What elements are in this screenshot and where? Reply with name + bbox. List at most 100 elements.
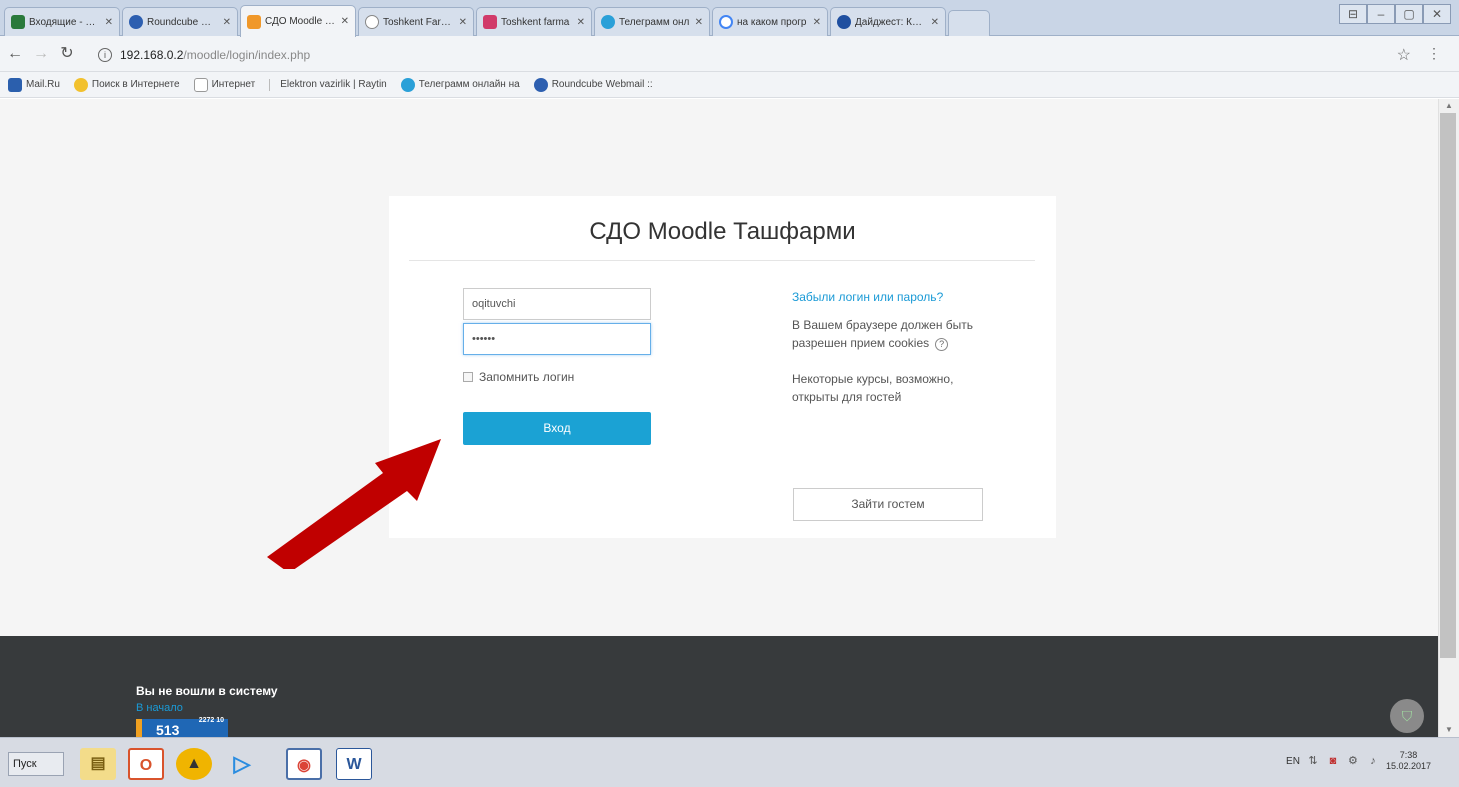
url-host: 192.168.0.2 xyxy=(120,48,184,62)
roundcube-icon xyxy=(533,77,548,92)
reload-icon[interactable]: ↻ xyxy=(56,43,78,65)
bookmark-label: Телеграмм онлайн на xyxy=(418,79,520,90)
telegram-icon xyxy=(601,15,615,29)
avast-icon[interactable]: ▲ xyxy=(176,748,212,780)
browser-menu-icon[interactable]: ⋮ xyxy=(1427,45,1441,62)
username-input[interactable]: oqituvchi xyxy=(463,288,651,320)
office-icon[interactable]: O xyxy=(128,748,164,780)
remember-checkbox[interactable] xyxy=(463,372,473,382)
scroll-up-icon[interactable]: ▲ xyxy=(1439,99,1459,113)
settings-icon[interactable]: ⚙ xyxy=(1346,754,1360,768)
page-icon xyxy=(365,15,379,29)
antivirus-icon[interactable]: ◙ xyxy=(1326,754,1340,768)
shield-icon[interactable]: ⛉ xyxy=(1390,699,1424,733)
tab-title: Дайджест: Крас xyxy=(855,16,927,28)
scroll-down-icon[interactable]: ▼ xyxy=(1439,723,1459,737)
bookmark-internet[interactable]: Интернет xyxy=(193,77,256,92)
tab-title: Toshkent Farma xyxy=(383,16,455,28)
bookmark-telegram[interactable]: Телеграмм онлайн на xyxy=(400,77,520,92)
media-player-icon[interactable]: ▷ xyxy=(224,748,260,780)
tab-digest[interactable]: Дайджест: Крас ✕ xyxy=(830,7,946,36)
maximize-icon[interactable]: ▢ xyxy=(1395,4,1423,24)
mail-icon xyxy=(11,15,25,29)
bookmark-elektron-vazirlik[interactable]: Elektron vazirlik | Raytin xyxy=(280,79,387,90)
tab-title: Входящие - Поч xyxy=(29,16,101,28)
close-icon[interactable]: ✕ xyxy=(813,17,821,28)
login-button[interactable]: Вход xyxy=(463,412,651,445)
window-controls: ⊟ – ▢ ✕ xyxy=(1339,4,1451,24)
login-help: Забыли логин или пароль? В Вашем браузер… xyxy=(792,288,1002,406)
bookmark-roundcube[interactable]: Roundcube Webmail :: xyxy=(533,77,653,92)
close-icon[interactable]: ✕ xyxy=(931,17,939,28)
roundcube-icon xyxy=(129,15,143,29)
language-indicator[interactable]: EN xyxy=(1286,756,1300,767)
mailru-icon xyxy=(8,77,22,92)
remember-label: Запомнить логин xyxy=(479,370,575,384)
counter-small: 2272 10 xyxy=(198,717,224,724)
address-bar[interactable]: i 192.168.0.2/moodle/login/index.php xyxy=(98,44,1398,66)
close-icon[interactable]: ✕ xyxy=(341,16,349,27)
volume-icon[interactable]: ♪ xyxy=(1366,754,1380,768)
close-window-icon[interactable]: ✕ xyxy=(1423,4,1451,24)
start-button[interactable]: Пуск xyxy=(8,752,64,776)
bookmark-star-icon[interactable]: ☆ xyxy=(1397,45,1411,65)
browser-tab-strip: Входящие - Поч ✕ Roundcube Web ✕ СДО Moo… xyxy=(0,0,1459,37)
clock-time: 7:38 xyxy=(1399,750,1418,760)
arrow-shape xyxy=(267,439,441,569)
close-icon[interactable]: ✕ xyxy=(577,17,585,28)
close-icon[interactable]: ✕ xyxy=(105,17,113,28)
home-link[interactable]: В начало xyxy=(136,702,183,714)
divider xyxy=(409,260,1035,261)
info-icon[interactable]: i xyxy=(98,48,112,62)
guest-login-button[interactable]: Зайти гостем xyxy=(793,488,983,521)
bookmark-separator xyxy=(269,78,271,91)
bookmark-label: Интернет xyxy=(211,79,256,90)
tab-title: Toshkent farma xyxy=(501,16,570,28)
forgot-password-link[interactable]: Забыли логин или пароль? xyxy=(792,288,1002,306)
clock-date: 15.02.2017 xyxy=(1385,761,1431,771)
start-label: Пуск xyxy=(13,758,37,770)
bookmark-label: Roundcube Webmail :: xyxy=(551,79,653,90)
chrome-icon[interactable]: ◉ xyxy=(286,748,322,780)
word-icon[interactable]: W xyxy=(336,748,372,780)
back-icon[interactable]: ← xyxy=(4,43,26,65)
red-arrow-annotation xyxy=(267,439,441,569)
tab-roundcube[interactable]: Roundcube Web ✕ xyxy=(122,7,238,36)
tab-moodle[interactable]: СДО Moodle Таш ✕ xyxy=(240,5,356,37)
tab-title: на каком прогр xyxy=(737,16,807,28)
tab-title: Телеграмм онл xyxy=(619,16,690,28)
page-footer: Вы не вошли в систему В начало 513 2272 … xyxy=(0,636,1438,737)
tab-toshkent-farma-2[interactable]: Toshkent farma ✕ xyxy=(476,7,592,36)
bookmark-label: Elektron vazirlik | Raytin xyxy=(280,79,387,90)
new-tab-button[interactable] xyxy=(948,10,990,36)
system-tray: EN ⇅ ◙ ⚙ ♪ 7:38 15.02.2017 xyxy=(1286,750,1431,772)
windows-taskbar: Пуск ▤ O ▲ ▷ ◉ W EN ⇅ ◙ ⚙ ♪ 7:38 15.02.2… xyxy=(0,737,1459,787)
page-viewport: СДО Moodle Ташфарми oqituvchi •••••• Зап… xyxy=(0,99,1438,737)
bookmark-search[interactable]: Поиск в Интернете xyxy=(73,77,180,92)
close-icon[interactable]: ✕ xyxy=(695,17,703,28)
forward-icon[interactable]: → xyxy=(30,43,52,65)
cookies-notice: В Вашем браузере должен быть разрешен пр… xyxy=(792,316,992,352)
close-icon[interactable]: ✕ xyxy=(459,17,467,28)
page-scrollbar[interactable]: ▲ ▼ xyxy=(1438,99,1459,737)
user-icon[interactable]: ⊟ xyxy=(1339,4,1367,24)
bookmark-label: Поиск в Интернете xyxy=(91,79,180,90)
tab-inbox[interactable]: Входящие - Поч ✕ xyxy=(4,7,120,36)
explorer-icon[interactable]: ▤ xyxy=(80,748,116,780)
clock[interactable]: 7:38 15.02.2017 xyxy=(1386,750,1431,772)
close-icon[interactable]: ✕ xyxy=(223,17,231,28)
bookmarks-bar: Mail.Ru Поиск в Интернете Интернет Elekt… xyxy=(0,72,1459,98)
counter-value: 513 xyxy=(156,722,180,737)
tab-toshkent-farma-1[interactable]: Toshkent Farma ✕ xyxy=(358,7,474,36)
network-icon[interactable]: ⇅ xyxy=(1306,754,1320,768)
browser-toolbar: ← → ↻ i 192.168.0.2/moodle/login/index.p… xyxy=(0,36,1459,72)
minimize-icon[interactable]: – xyxy=(1367,4,1395,24)
scroll-thumb[interactable] xyxy=(1440,113,1456,658)
remember-login[interactable]: Запомнить логин xyxy=(463,370,574,384)
help-icon[interactable]: ? xyxy=(935,338,949,351)
tab-telegram[interactable]: Телеграмм онл ✕ xyxy=(594,7,710,36)
bookmark-mailru[interactable]: Mail.Ru xyxy=(8,77,60,92)
page-title: СДО Moodle Ташфарми xyxy=(589,218,856,245)
password-input[interactable]: •••••• xyxy=(463,323,651,355)
tab-google-search[interactable]: на каком прогр ✕ xyxy=(712,7,828,36)
